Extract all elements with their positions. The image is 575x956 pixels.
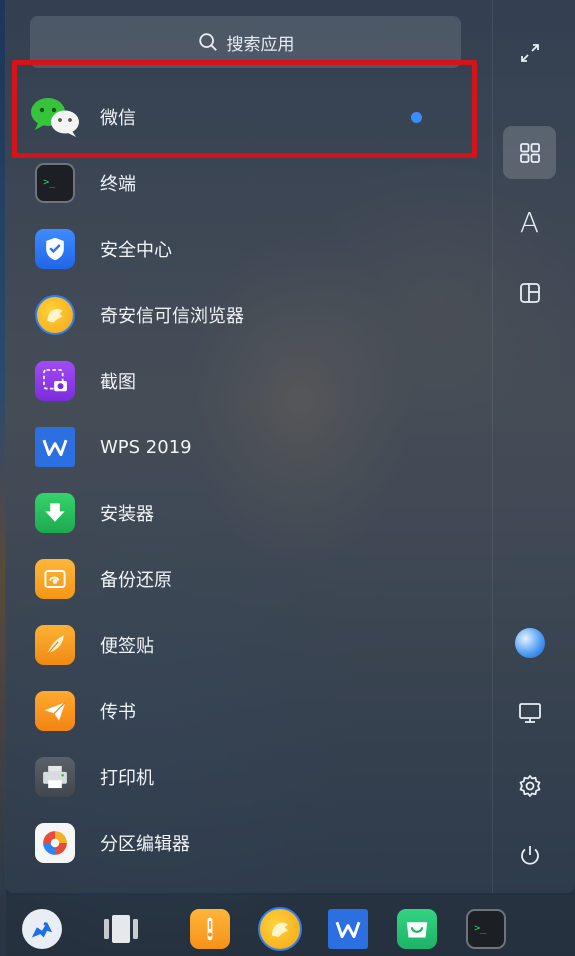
computer-icon (518, 702, 541, 723)
terminal-icon: >_ (474, 923, 486, 934)
file-manager-button[interactable] (190, 909, 230, 949)
settings-button[interactable] (503, 759, 556, 812)
file-transfer-icon (35, 691, 75, 731)
app-label: 便签贴 (100, 636, 154, 657)
multitask-view-icon (104, 915, 138, 943)
power-button[interactable] (503, 828, 556, 881)
app-label: WPS 2019 (100, 436, 192, 458)
app-item-wps[interactable]: WPS 2019 (0, 414, 487, 480)
app-label: 截图 (100, 372, 136, 393)
user-avatar-icon (514, 627, 545, 658)
dock-wps-button[interactable] (328, 909, 368, 949)
app-label: 奇安信可信浏览器 (100, 306, 244, 327)
screenshot-icon (35, 361, 75, 401)
dock-qianxin-browser-button[interactable] (258, 907, 302, 951)
app-item-qianxin-browser[interactable]: 奇安信可信浏览器 (0, 282, 487, 348)
app-item-terminal[interactable]: >_ 终端 (0, 150, 487, 216)
printer-icon (35, 757, 75, 797)
category-view-icon (519, 282, 540, 303)
user-avatar-button[interactable] (503, 616, 556, 669)
dock-terminal-button[interactable]: >_ (466, 909, 506, 949)
grid-view-icon (519, 142, 540, 163)
wps-icon (35, 427, 75, 467)
sticky-notes-icon (35, 625, 75, 665)
security-center-icon (35, 229, 75, 269)
category-view-button[interactable] (503, 266, 556, 319)
highlight-box (12, 60, 477, 158)
wps-icon (335, 921, 361, 939)
power-icon (520, 845, 539, 865)
search-placeholder: 搜索应用 (226, 34, 295, 55)
app-label: 分区编辑器 (100, 834, 190, 855)
partition-editor-icon (35, 823, 75, 863)
app-label: 安装器 (100, 504, 154, 525)
letter-sort-button[interactable]: A (503, 196, 556, 249)
letter-sort-icon: A (519, 206, 540, 239)
app-item-installer[interactable]: 安装器 (0, 480, 487, 546)
grid-view-button[interactable] (503, 126, 556, 179)
app-label: 打印机 (100, 768, 154, 789)
app-item-partition-editor[interactable]: 分区编辑器 (0, 810, 487, 876)
app-item-sticky-notes[interactable]: 便签贴 (0, 612, 487, 678)
file-manager-icon (207, 917, 213, 941)
multitask-view-button[interactable] (101, 909, 141, 949)
app-label: 传书 (100, 702, 136, 723)
fullscreen-icon (520, 43, 539, 62)
app-store-icon (406, 922, 428, 938)
start-menu-button[interactable] (22, 909, 62, 949)
computer-button[interactable] (503, 686, 556, 739)
app-item-security-center[interactable]: 安全中心 (0, 216, 487, 282)
terminal-icon: >_ (35, 163, 75, 203)
sidebar-divider (492, 0, 493, 893)
app-item-file-transfer[interactable]: 传书 (0, 678, 487, 744)
installer-icon (35, 493, 75, 533)
qianxin-browser-icon (272, 922, 288, 937)
start-menu-icon (31, 922, 53, 938)
qianxin-browser-icon (35, 295, 75, 335)
svg-text:>_: >_ (474, 923, 486, 934)
settings-icon (519, 774, 540, 797)
app-item-backup-restore[interactable]: 备份还原 (0, 546, 487, 612)
backup-restore-icon (35, 559, 75, 599)
app-label: 安全中心 (100, 240, 172, 261)
app-item-screenshot[interactable]: 截图 (0, 348, 487, 414)
app-label: 终端 (100, 174, 136, 195)
search-icon (198, 33, 217, 51)
fullscreen-button[interactable] (503, 26, 556, 79)
svg-text:>_: >_ (43, 177, 55, 188)
app-item-printer[interactable]: 打印机 (0, 744, 487, 810)
app-label: 备份还原 (100, 570, 172, 591)
app-store-button[interactable] (397, 909, 437, 949)
